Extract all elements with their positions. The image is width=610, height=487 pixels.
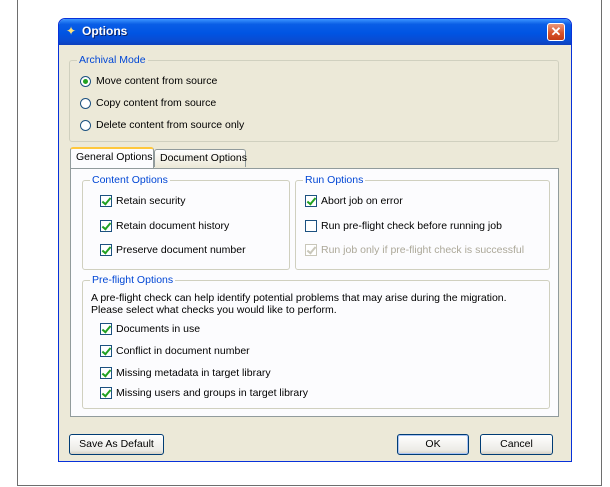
radio-button[interactable] (80, 97, 91, 109)
missing-metadata-checkbox[interactable]: Missing metadata in target library (100, 367, 271, 379)
checkbox-checked[interactable] (100, 345, 112, 357)
tab-general-options[interactable]: General Options (70, 147, 154, 168)
content-options-legend: Content Options (90, 174, 170, 186)
preflight-options-group: Pre-flight Options A pre-flight check ca… (82, 274, 550, 409)
checkbox-label: Missing users and groups in target libra… (116, 387, 309, 399)
checkbox-label: Run job only if pre-flight check is succ… (321, 244, 525, 256)
retain-security-checkbox[interactable]: Retain security (100, 195, 185, 207)
checkbox-checked[interactable] (100, 195, 112, 207)
checkbox-label: Missing metadata in target library (116, 367, 271, 379)
missing-users-groups-checkbox[interactable]: Missing users and groups in target libra… (100, 387, 308, 399)
run-options-group: Run Options Abort job on error Run pre-f… (295, 174, 550, 270)
preflight-options-legend: Pre-flight Options (90, 274, 176, 286)
tab-document-options[interactable]: Document Options (154, 149, 247, 167)
close-button[interactable]: ✕ (547, 23, 565, 41)
run-options-legend: Run Options (303, 174, 366, 186)
preflight-description-line2: Please select what checks you would like… (91, 304, 337, 316)
radio-label: Delete content from source only (96, 119, 245, 131)
checkbox-label: Retain security (116, 195, 186, 207)
radio-button[interactable] (80, 119, 91, 131)
title-bar[interactable]: ✦ Options ✕ (59, 19, 571, 45)
radio-label: Copy content from source (96, 97, 217, 109)
retain-history-checkbox[interactable]: Retain document history (100, 220, 229, 232)
radio-button-selected[interactable] (80, 75, 91, 87)
radio-delete-content[interactable]: Delete content from source only (80, 119, 244, 131)
checkbox-label: Retain document history (116, 220, 230, 232)
documents-in-use-checkbox[interactable]: Documents in use (100, 323, 200, 335)
radio-copy-content[interactable]: Copy content from source (80, 97, 216, 109)
preserve-number-checkbox[interactable]: Preserve document number (100, 244, 246, 256)
window-title: Options (82, 24, 128, 38)
save-as-default-button[interactable]: Save As Default (69, 434, 164, 455)
conflict-doc-number-checkbox[interactable]: Conflict in document number (100, 345, 250, 357)
checkbox-checked[interactable] (100, 244, 112, 256)
radio-label: Move content from source (96, 75, 218, 87)
archival-mode-group: Archival Mode Move content from source C… (69, 54, 559, 142)
checkbox-checked[interactable] (100, 387, 112, 399)
ok-button[interactable]: OK (397, 434, 469, 455)
checkbox-disabled-checked (305, 244, 317, 256)
radio-move-content[interactable]: Move content from source (80, 75, 217, 87)
options-dialog: ✦ Options ✕ Archival Mode Move content f… (58, 18, 572, 462)
checkbox-label: Preserve document number (116, 244, 246, 256)
checkbox-label: Run pre-flight check before running job (321, 220, 502, 232)
checkbox-checked[interactable] (100, 323, 112, 335)
run-only-if-success-checkbox: Run job only if pre-flight check is succ… (305, 244, 524, 256)
run-preflight-checkbox[interactable]: Run pre-flight check before running job (305, 220, 502, 232)
options-icon: ✦ (66, 24, 77, 38)
archival-mode-legend: Archival Mode (77, 54, 148, 66)
checkbox-unchecked[interactable] (305, 220, 317, 232)
abort-on-error-checkbox[interactable]: Abort job on error (305, 195, 403, 207)
cancel-button[interactable]: Cancel (480, 434, 553, 455)
general-options-panel: Content Options Retain security Retain d… (70, 168, 559, 417)
checkbox-label: Conflict in document number (116, 345, 250, 357)
checkbox-checked[interactable] (100, 220, 112, 232)
content-options-group: Content Options Retain security Retain d… (82, 174, 290, 270)
preflight-description-line1: A pre-flight check can help identify pot… (91, 292, 507, 304)
checkbox-label: Abort job on error (321, 195, 403, 207)
checkbox-label: Documents in use (116, 323, 201, 335)
checkbox-checked[interactable] (305, 195, 317, 207)
checkbox-checked[interactable] (100, 367, 112, 379)
